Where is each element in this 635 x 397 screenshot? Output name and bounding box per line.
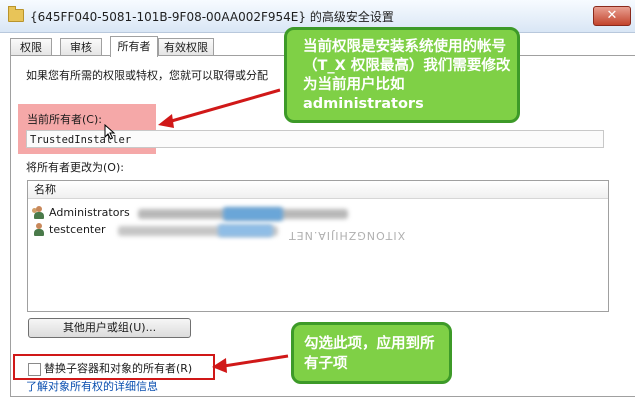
tab-permissions[interactable]: 权限 (10, 38, 52, 56)
owner-candidate-list[interactable]: 名称 Administrators testcenter XITONGZHIJI… (27, 180, 609, 312)
list-header-name[interactable]: 名称 (28, 181, 608, 199)
replace-owner-checkbox[interactable] (28, 362, 41, 376)
callout-checkbox-text: 勾选此项，应用到所有子项 (304, 336, 435, 372)
list-item[interactable]: Administrators (32, 205, 130, 221)
other-users-button[interactable]: 其他用户或组(U)... (28, 318, 191, 338)
list-item[interactable]: testcenter (32, 222, 106, 238)
list-item-label: testcenter (49, 223, 106, 236)
callout-owner-text: 当前权限是安装系统使用的帐号（T_X 权限最高）我们需要修改为当前用户比如adm… (303, 39, 511, 112)
group-users-icon (32, 206, 46, 220)
user-icon (32, 223, 46, 237)
watermark: XITONGZHIJIA.NET (288, 229, 406, 242)
window-title: {645FF040-5081-101B-9F08-00AA002F954E} 的… (30, 10, 394, 24)
ownership-details-link[interactable]: 了解对象所有权的详细信息 (26, 378, 158, 394)
redacted-text (223, 207, 283, 221)
tab-auditing[interactable]: 审核 (60, 38, 102, 56)
redacted-text (218, 224, 273, 237)
list-item-label: Administrators (49, 206, 130, 219)
replace-owner-label: 替换子容器和对象的所有者(R) (44, 362, 193, 375)
current-owner-label: 当前所有者(C): (27, 113, 102, 126)
tab-owner[interactable]: 所有者 (110, 36, 158, 57)
replace-owner-row[interactable]: 替换子容器和对象的所有者(R) (28, 360, 193, 376)
folder-icon (8, 6, 24, 22)
callout-checkbox-note: 勾选此项，应用到所有子项 (291, 322, 452, 384)
change-owner-label: 将所有者更改为(O): (26, 161, 124, 174)
close-button[interactable]: ✕ (593, 6, 631, 26)
instructions-text: 如果您有所需的权限或特权，您就可以取得或分配 (26, 69, 268, 82)
mouse-cursor-icon (104, 124, 116, 140)
tab-effective-permissions[interactable]: 有效权限 (158, 38, 214, 56)
callout-owner-note: 当前权限是安装系统使用的帐号（T_X 权限最高）我们需要修改为当前用户比如adm… (284, 27, 520, 123)
